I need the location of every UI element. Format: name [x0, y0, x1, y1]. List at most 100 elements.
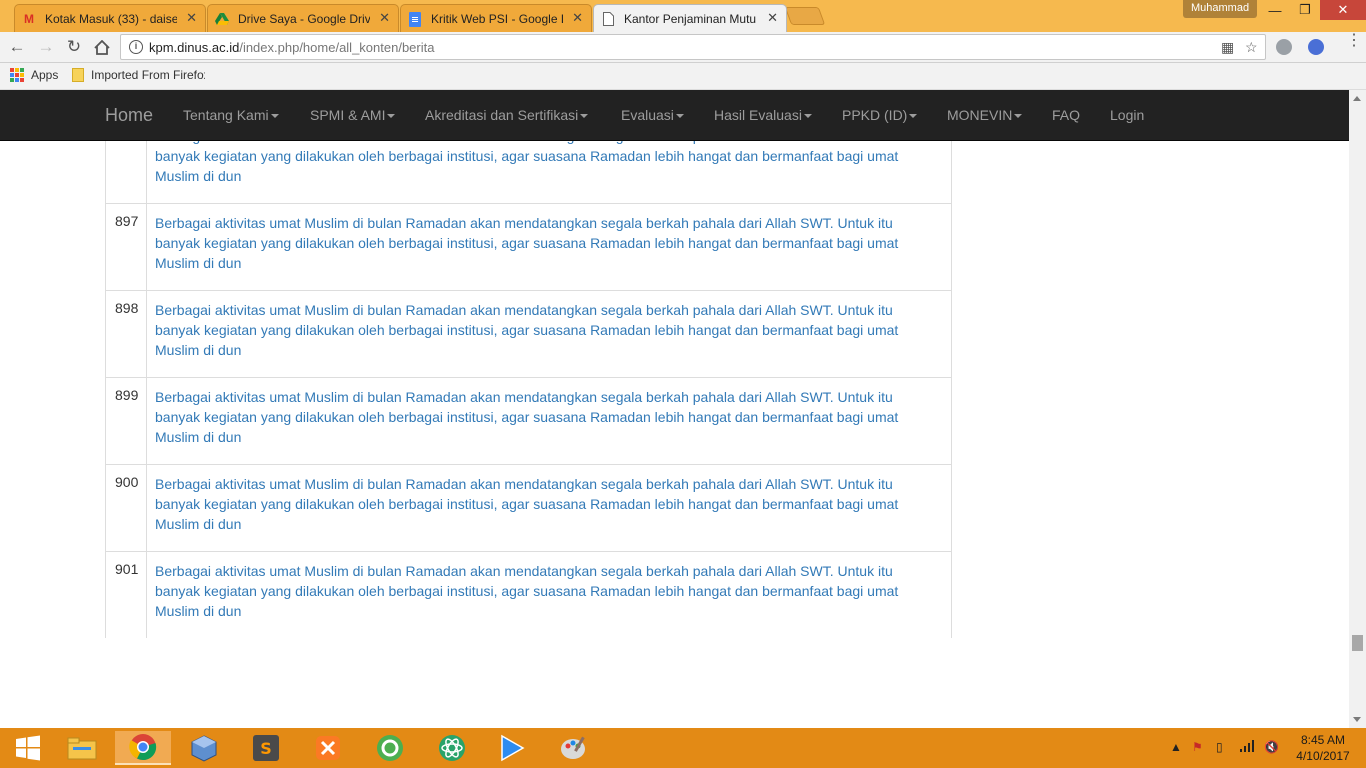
svg-text:S: S — [260, 739, 272, 758]
sublime-text-icon[interactable]: S — [238, 731, 294, 765]
caret-down-icon — [580, 114, 589, 119]
nav-evaluasi[interactable]: Evaluasi — [621, 107, 684, 123]
browser-tab-strip: M Kotak Masuk (33) - daise ✕ Drive Saya … — [0, 0, 1366, 32]
navbar-brand-home[interactable]: Home — [105, 105, 153, 126]
back-icon[interactable]: ← — [6, 37, 28, 57]
extension-icon[interactable] — [1276, 39, 1292, 55]
scroll-down-icon[interactable] — [1353, 717, 1361, 722]
reload-icon[interactable]: ↻ — [63, 37, 85, 57]
tab-title: Kotak Masuk (33) - daise — [45, 11, 177, 26]
caret-down-icon — [270, 114, 279, 119]
nav-label: Akreditasi dan Sertifikasi — [425, 107, 579, 123]
nav-akreditasi[interactable]: Akreditasi dan Sertifikasi — [425, 107, 589, 123]
url-path: /index.php/home/all_konten/berita — [239, 40, 435, 55]
windows-start-icon[interactable] — [0, 731, 56, 765]
table-row: 899 Berbagai aktivitas umat Muslim di bul… — [106, 377, 951, 464]
home-icon[interactable] — [91, 37, 113, 57]
tab-docs[interactable]: Kritik Web PSI - Google D ✕ — [400, 4, 592, 32]
row-number: 900 — [106, 465, 147, 551]
show-hidden-icons-icon[interactable]: ▲ — [1170, 740, 1182, 754]
chrome-menu-icon[interactable]: ⋮ — [1346, 33, 1362, 49]
google-docs-icon — [407, 11, 423, 27]
tab-drive[interactable]: Drive Saya - Google Drive ✕ — [207, 4, 399, 32]
clock-date: 4/10/2017 — [1296, 749, 1350, 763]
minimize-icon[interactable]: — — [1260, 0, 1290, 20]
virtualbox-icon[interactable] — [176, 731, 232, 765]
bookmark-apps[interactable]: Apps — [31, 68, 58, 82]
system-clock[interactable]: 8:45 AM 4/10/2017 — [1290, 732, 1356, 764]
clock-time: 8:45 AM — [1300, 733, 1346, 747]
window-close-icon[interactable]: ✕ — [1320, 0, 1366, 20]
browser-toolbar: ← → ↻ i kpm.dinus.ac.id/index.php/home/a… — [0, 32, 1366, 63]
action-center-flag-icon[interactable]: ⚑ — [1192, 740, 1203, 754]
network-signal-icon[interactable] — [1240, 740, 1256, 755]
table-row: 901 Berbagai aktivitas umat Muslim di bul… — [106, 551, 951, 638]
caret-down-icon — [1014, 114, 1023, 119]
row-number: 899 — [106, 378, 147, 464]
news-link[interactable]: Berbagai aktivitas umat Muslim di bulan … — [155, 561, 935, 621]
page-viewport: Berbagai aktivitas umat Muslim di bulan … — [0, 90, 1349, 728]
site-navbar: Home Tentang Kami SPMI & AMI Akreditasi … — [0, 90, 1349, 141]
nav-spmi-ami[interactable]: SPMI & AMI — [310, 107, 396, 123]
volume-muted-icon[interactable]: 🔇 — [1264, 740, 1279, 754]
nav-ppkd[interactable]: PPKD (ID) — [842, 107, 918, 123]
nav-monevin[interactable]: MONEVIN — [947, 107, 1023, 123]
page-scrollbar[interactable] — [1349, 90, 1366, 728]
news-link[interactable]: Berbagai aktivitas umat Muslim di bulan … — [155, 300, 935, 360]
table-row: 897 Berbagai aktivitas umat Muslim di bul… — [106, 203, 951, 290]
camtasia-icon[interactable] — [362, 731, 418, 765]
tab-gmail[interactable]: M Kotak Masuk (33) - daise ✕ — [14, 4, 206, 32]
translate-icon[interactable]: ▦ — [1221, 39, 1234, 56]
new-tab-button[interactable] — [784, 7, 826, 25]
xampp-icon[interactable] — [300, 731, 356, 765]
file-explorer-icon[interactable] — [54, 731, 110, 765]
nav-label: SPMI & AMI — [310, 107, 386, 123]
nav-faq[interactable]: FAQ — [1052, 107, 1080, 123]
restore-icon[interactable]: ❐ — [1290, 0, 1320, 20]
table-row: 900 Berbagai aktivitas umat Muslim di bul… — [106, 464, 951, 551]
windows-taskbar: S ▲ ⚑ ▯ 🔇 8:45 AM 4/10/2017 — [0, 728, 1366, 768]
nav-hasil-evaluasi[interactable]: Hasil Evaluasi — [714, 107, 812, 123]
profile-button[interactable]: Muhammad — [1183, 0, 1258, 18]
close-icon[interactable]: ✕ — [379, 10, 390, 26]
bookmarks-bar: Apps Imported From Firefox — [0, 63, 1366, 90]
nav-label: MONEVIN — [947, 107, 1013, 123]
atom-icon[interactable] — [424, 731, 480, 765]
table-row: 898 Berbagai aktivitas umat Muslim di bul… — [106, 290, 951, 377]
scroll-up-icon[interactable] — [1353, 96, 1361, 101]
media-player-icon[interactable] — [484, 731, 540, 765]
row-number: 898 — [106, 291, 147, 377]
nav-label: Tentang Kami — [183, 107, 269, 123]
page-icon — [600, 11, 616, 27]
tab-title: Kritik Web PSI - Google D — [431, 11, 563, 26]
chrome-icon[interactable] — [115, 731, 171, 765]
tab-title: Kantor Penjaminan Mutu — [624, 11, 756, 26]
caret-down-icon — [909, 114, 918, 119]
nav-label: Evaluasi — [621, 107, 674, 123]
close-icon[interactable]: ✕ — [572, 10, 583, 26]
bookmark-star-icon[interactable]: ☆ — [1245, 39, 1258, 56]
gmail-icon: M — [24, 12, 34, 26]
nav-login[interactable]: Login — [1110, 107, 1144, 123]
news-link[interactable]: Berbagai aktivitas umat Muslim di bulan … — [155, 387, 935, 447]
nav-tentang-kami[interactable]: Tentang Kami — [183, 107, 279, 123]
row-number: 897 — [106, 204, 147, 290]
tab-kpm[interactable]: Kantor Penjaminan Mutu ✕ — [593, 4, 787, 32]
close-icon[interactable]: ✕ — [186, 10, 197, 26]
news-link[interactable]: Berbagai aktivitas umat Muslim di bulan … — [155, 213, 935, 273]
caret-down-icon — [803, 114, 812, 119]
news-link[interactable]: Berbagai aktivitas umat Muslim di bulan … — [155, 474, 935, 534]
site-info-icon[interactable]: i — [129, 40, 143, 54]
caret-down-icon — [675, 114, 684, 119]
device-icon[interactable]: ▯ — [1216, 740, 1223, 754]
close-icon[interactable]: ✕ — [767, 10, 778, 26]
address-bar[interactable]: i kpm.dinus.ac.id/index.php/home/all_kon… — [120, 34, 1266, 60]
apps-grid-icon[interactable] — [10, 68, 24, 82]
forward-icon[interactable]: → — [35, 37, 57, 57]
scroll-thumb[interactable] — [1352, 635, 1363, 651]
row-number: 901 — [106, 552, 147, 638]
extension-r-icon[interactable] — [1308, 39, 1324, 55]
bookmark-folder-imported[interactable]: Imported From Firefox — [91, 68, 205, 82]
paint-icon[interactable] — [546, 731, 602, 765]
news-table: Berbagai aktivitas umat Muslim di bulan … — [105, 90, 952, 638]
